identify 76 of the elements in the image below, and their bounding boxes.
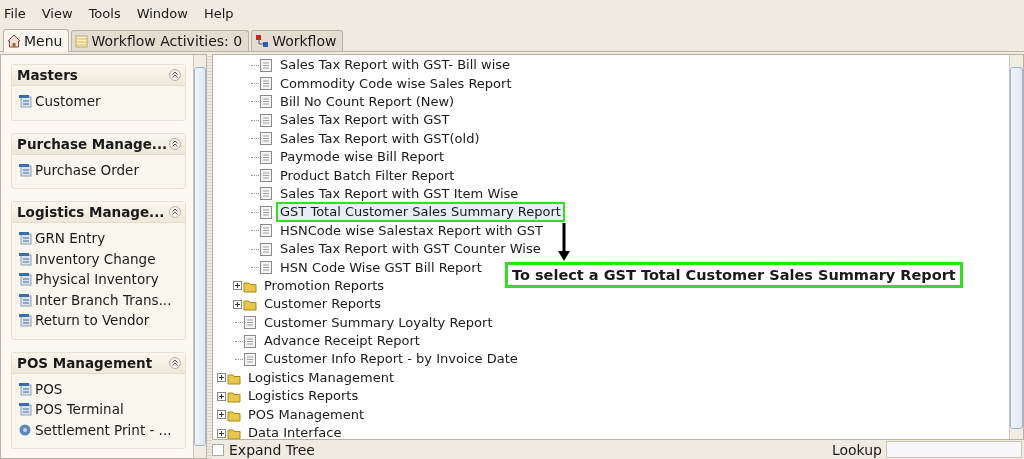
tree-item[interactable]: Sales Tax Report with GST bbox=[276, 110, 454, 131]
section-title: Purchase Manage... bbox=[17, 135, 168, 152]
form-icon bbox=[18, 292, 32, 307]
menu-item[interactable]: Purchase Order bbox=[18, 159, 185, 180]
form-icon bbox=[18, 231, 32, 246]
expand-icon[interactable] bbox=[216, 373, 226, 383]
menu-item[interactable]: Help bbox=[203, 1, 242, 27]
form-icon bbox=[18, 381, 32, 396]
tree-item[interactable]: HSNCode wise Salestax Report with GST bbox=[276, 220, 547, 241]
form-icon bbox=[18, 272, 32, 287]
folder-icon bbox=[227, 389, 241, 404]
form-icon bbox=[18, 313, 32, 328]
folder-icon bbox=[227, 426, 241, 439]
house-icon bbox=[7, 34, 21, 48]
tree-item[interactable]: Sales Tax Report with GST- Bill wise bbox=[276, 55, 515, 76]
flowchart-icon bbox=[255, 34, 270, 48]
menu-item[interactable]: Customer bbox=[18, 91, 185, 112]
callout-label: To select a GST Total Customer Sales Summary Report bbox=[505, 262, 963, 288]
form-icon bbox=[18, 402, 32, 417]
tree-item[interactable]: Customer Summary Loyalty Report bbox=[260, 312, 497, 333]
menu-item[interactable]: File bbox=[4, 1, 34, 27]
menu-item[interactable]: Inventory Change bbox=[18, 248, 185, 269]
tree-item[interactable]: HSN Code Wise GST Bill Report bbox=[276, 257, 486, 278]
menu-item[interactable]: Tools bbox=[88, 1, 129, 27]
expand-tree-checkbox[interactable]: Expand Tree bbox=[212, 441, 315, 458]
tree-item[interactable]: Commodity Code wise Sales Report bbox=[276, 73, 516, 94]
arrow bbox=[557, 223, 571, 261]
form-icon bbox=[18, 94, 32, 109]
collapse-icon[interactable] bbox=[169, 356, 181, 369]
tree-item[interactable]: Advance Receipt Report bbox=[260, 331, 424, 352]
expand-icon[interactable] bbox=[232, 299, 242, 309]
tree-item[interactable]: GST Total Customer Sales Summary Report bbox=[276, 202, 565, 223]
menu-item[interactable]: Return to Vendor bbox=[18, 310, 185, 331]
expand-icon[interactable] bbox=[216, 428, 226, 438]
menu-item[interactable]: Window bbox=[136, 1, 196, 27]
tab[interactable]: Workflow Activities: 0 bbox=[71, 30, 250, 51]
menu-item[interactable]: Inter Branch Trans... bbox=[18, 289, 185, 310]
tree-item[interactable]: Bill No Count Report (New) bbox=[276, 92, 459, 112]
tab[interactable]: Workflow bbox=[251, 30, 344, 51]
tree-item[interactable]: POS Management bbox=[244, 404, 369, 425]
tree-item[interactable]: Customer Reports bbox=[260, 294, 386, 315]
tree-item[interactable]: Customer Info Report - by Invoice Date bbox=[260, 349, 522, 370]
section-title: Logistics Manage... bbox=[17, 204, 165, 220]
menu-item[interactable]: Settlement Print - ... bbox=[18, 419, 185, 440]
expand-icon[interactable] bbox=[216, 391, 226, 401]
tab[interactable]: Menu bbox=[3, 29, 70, 52]
form-icon bbox=[18, 251, 32, 266]
tree-item[interactable]: Data Interface bbox=[244, 423, 346, 439]
table-icon bbox=[75, 34, 89, 48]
lookup-field[interactable] bbox=[886, 441, 1022, 458]
scrollbar[interactable] bbox=[1009, 55, 1023, 439]
menu-item[interactable]: POS bbox=[18, 378, 185, 399]
collapse-icon[interactable] bbox=[169, 137, 181, 150]
tree-item[interactable]: Logistics Management bbox=[244, 367, 398, 388]
menu-item[interactable]: POS Terminal bbox=[18, 399, 185, 420]
folder-icon bbox=[243, 297, 257, 312]
tree-item[interactable]: Sales Tax Report with GST(old) bbox=[276, 128, 484, 149]
tree-item[interactable]: Logistics Reports bbox=[244, 386, 363, 407]
tree-item[interactable]: Product Batch Filter Report bbox=[276, 165, 459, 186]
menu-item[interactable]: View bbox=[41, 1, 81, 27]
tree-item[interactable]: Promotion Reports bbox=[260, 275, 389, 296]
section-title: Masters bbox=[17, 67, 78, 83]
menu-item[interactable]: GRN Entry bbox=[18, 228, 185, 249]
gear-icon bbox=[18, 422, 32, 437]
scrollbar[interactable] bbox=[193, 55, 206, 458]
expand-icon[interactable] bbox=[232, 281, 242, 291]
collapse-icon[interactable] bbox=[169, 69, 181, 81]
menu-item[interactable]: Physical Inventory bbox=[18, 269, 185, 290]
lookup-label: Lookup bbox=[831, 441, 882, 458]
collapse-icon[interactable] bbox=[169, 206, 181, 218]
section-title: POS Management bbox=[17, 354, 153, 371]
tree-item[interactable]: Paymode wise Bill Report bbox=[276, 147, 449, 168]
tree-item[interactable]: Sales Tax Report with GST Item Wise bbox=[276, 183, 523, 204]
form-icon bbox=[18, 162, 32, 177]
tree-item[interactable]: Sales Tax Report with GST Counter Wise bbox=[276, 239, 545, 260]
expand-icon[interactable] bbox=[216, 410, 226, 420]
